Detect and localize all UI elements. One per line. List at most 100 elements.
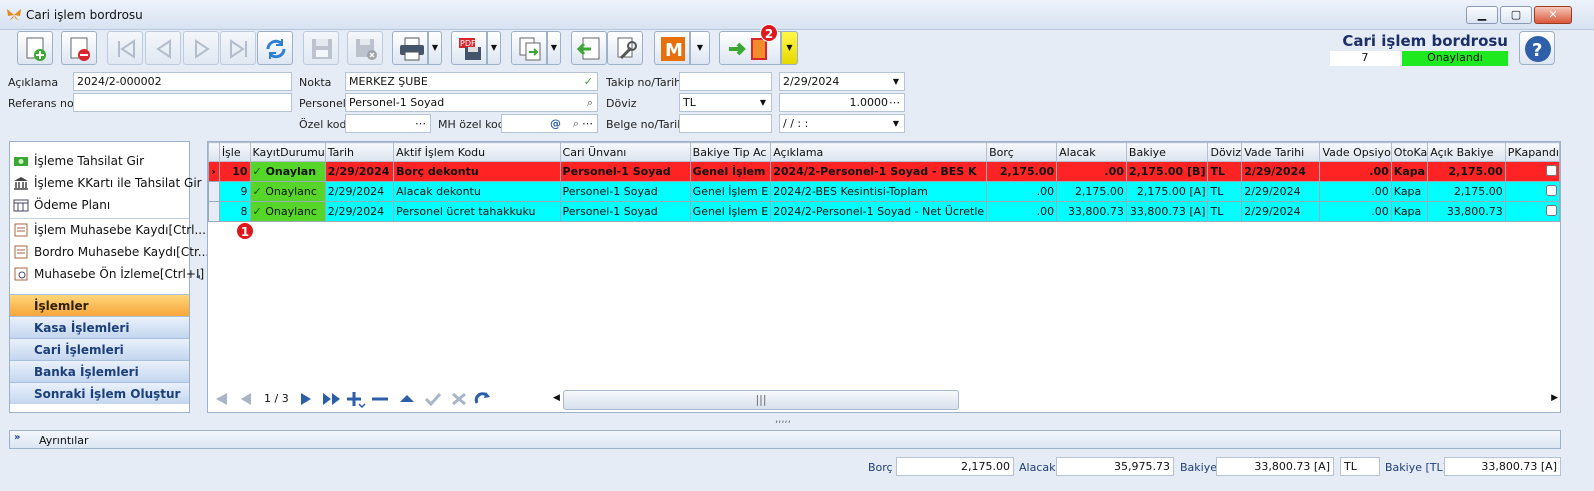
- ozel-kod-field[interactable]: ⋯: [345, 114, 431, 133]
- chevron-down-icon[interactable]: ▼: [893, 73, 899, 90]
- cell-alacak[interactable]: 2,175.00: [1056, 181, 1127, 202]
- cell-vade[interactable]: 2/29/2024: [1241, 201, 1321, 222]
- cell-acik[interactable]: 2,175.00: [1427, 161, 1506, 182]
- cell-cari[interactable]: Personel-1 Soyad: [559, 181, 691, 202]
- cell-opsiyon[interactable]: .00: [1319, 201, 1392, 222]
- cell-pkapandi-checkbox[interactable]: [1504, 201, 1560, 222]
- cancel-icon[interactable]: [450, 391, 468, 407]
- cell-isle[interactable]: 8: [218, 201, 251, 222]
- sidebar-splitter[interactable]: ◂: [193, 141, 203, 413]
- column-header[interactable]: Vade Opsiyo: [1319, 142, 1392, 162]
- move-up-icon[interactable]: [399, 391, 415, 407]
- pdf-export-button[interactable]: PDF: [451, 31, 487, 65]
- settings-button[interactable]: [607, 31, 643, 65]
- cell-oto[interactable]: Kapa: [1390, 161, 1429, 182]
- sidebar-item-bordro-muhasebe[interactable]: Bordro Muhasebe Kaydı[Ctr...: [10, 241, 209, 263]
- column-header[interactable]: Borç: [986, 142, 1058, 162]
- scrollbar-thumb[interactable]: |||: [563, 390, 959, 410]
- cell-aciklama[interactable]: 2024/2-Personel-1 Soyad - Net Ücretle: [770, 201, 988, 222]
- sidebar-item-tahsilat[interactable]: İşleme Tahsilat Gir: [10, 150, 189, 172]
- last-record-button[interactable]: [220, 31, 256, 65]
- pkapandi-checkbox[interactable]: [1546, 204, 1557, 216]
- belge-no-field[interactable]: [679, 114, 772, 133]
- cell-doviz[interactable]: TL: [1207, 181, 1243, 202]
- import-button[interactable]: [571, 31, 607, 65]
- column-header[interactable]: Açıklama: [770, 142, 988, 162]
- maximize-button[interactable]: ▢: [1500, 6, 1532, 24]
- cell-kod[interactable]: Borç dekontu: [393, 161, 561, 182]
- previous-record-button[interactable]: [145, 31, 181, 65]
- m-button[interactable]: M: [654, 31, 690, 65]
- cell-opsiyon[interactable]: .00: [1319, 181, 1392, 202]
- horizontal-scrollbar[interactable]: ◀ ||| ▶: [553, 390, 1558, 410]
- last-page-icon[interactable]: [322, 391, 342, 407]
- add-record-icon[interactable]: [346, 390, 366, 408]
- cell-borc[interactable]: .00: [986, 201, 1058, 222]
- table-row[interactable]: 9 ✓ Onaylanc 2/29/2024 Alacak dekontu Pe…: [208, 181, 1560, 202]
- expand-icon[interactable]: »: [14, 432, 20, 443]
- referans-field[interactable]: [73, 93, 292, 112]
- cell-kod[interactable]: Personel ücret tahakkuku: [393, 201, 561, 222]
- cell-alacak[interactable]: .00: [1056, 161, 1127, 182]
- sidebar-group-sonraki[interactable]: Sonraki İşlem Oluştur: [10, 382, 189, 404]
- cell-pkapandi-checkbox[interactable]: [1504, 161, 1560, 182]
- aciklama-field[interactable]: 2024/2-000002: [73, 72, 292, 91]
- nokta-field[interactable]: MERKEZ ŞUBE ✓: [345, 72, 598, 91]
- takip-no-field[interactable]: [679, 72, 772, 91]
- close-button[interactable]: ✕: [1534, 6, 1572, 24]
- scroll-right-icon[interactable]: ▶: [1551, 393, 1558, 403]
- column-header[interactable]: KayıtDurumu: [249, 142, 326, 162]
- personel-field[interactable]: Personel-1 Soyad ⌕: [345, 93, 598, 112]
- cell-tip[interactable]: Genel İşlem: [689, 161, 772, 182]
- cell-oto[interactable]: Kapa: [1390, 181, 1429, 202]
- pkapandi-checkbox[interactable]: [1546, 164, 1557, 176]
- cell-tip[interactable]: Genel İşlem E: [689, 201, 772, 222]
- copy-button[interactable]: [511, 31, 547, 65]
- column-header[interactable]: Tarih: [324, 142, 395, 162]
- cell-aciklama[interactable]: 2024/2-Personel-1 Soyad - BES K: [770, 161, 988, 182]
- doviz-field[interactable]: TL ▼: [679, 93, 772, 112]
- splitter-grip[interactable]: ,,,,,: [775, 414, 791, 425]
- sidebar-item-muhasebe-onizleme[interactable]: Muhasebe Ön İzleme[Ctrl+I]: [10, 263, 204, 285]
- sidebar-item-odeme-plani[interactable]: Ödeme Planı: [10, 194, 189, 216]
- cell-tarih[interactable]: 2/29/2024: [324, 181, 395, 202]
- cell-tarih[interactable]: 2/29/2024: [324, 201, 395, 222]
- cell-cari[interactable]: Personel-1 Soyad: [559, 201, 691, 222]
- cell-oto[interactable]: Kapa: [1390, 201, 1429, 222]
- copy-dropdown[interactable]: ▼: [547, 31, 561, 65]
- sidebar-group-cari[interactable]: Cari İşlemleri: [10, 338, 189, 360]
- new-record-button[interactable]: [17, 31, 53, 65]
- cell-pkapandi-checkbox[interactable]: [1504, 181, 1560, 202]
- print-button[interactable]: [392, 31, 428, 65]
- cell-isle[interactable]: 9: [218, 181, 251, 202]
- m-dropdown[interactable]: ▼: [690, 31, 710, 65]
- cell-bakiye[interactable]: 33,800.73 [A]: [1125, 201, 1209, 222]
- pkapandi-checkbox[interactable]: [1546, 184, 1557, 196]
- cell-kod[interactable]: Alacak dekontu: [393, 181, 561, 202]
- column-header[interactable]: Bakiye: [1125, 142, 1209, 162]
- exit-dropdown[interactable]: ▼: [781, 31, 798, 65]
- cell-vade[interactable]: 2/29/2024: [1241, 161, 1321, 182]
- column-header[interactable]: Döviz: [1207, 142, 1243, 162]
- column-header[interactable]: OtoKa: [1390, 142, 1429, 162]
- save-close-button[interactable]: [347, 31, 383, 65]
- details-bar[interactable]: » Ayrıntılar: [9, 430, 1561, 449]
- lookup-icon[interactable]: ⌕: [587, 94, 593, 111]
- chevron-down-icon[interactable]: ▼: [893, 115, 899, 132]
- at-icon[interactable]: @: [550, 115, 561, 132]
- cell-doviz[interactable]: TL: [1207, 201, 1243, 222]
- lookup-icon[interactable]: ⌕: [573, 115, 579, 132]
- doviz-rate-field[interactable]: 1.0000 ⋯: [779, 93, 905, 112]
- row-indicator[interactable]: [208, 201, 220, 222]
- cell-bakiye[interactable]: 2,175.00 [A]: [1125, 181, 1209, 202]
- sidebar-group-banka[interactable]: Banka İşlemleri: [10, 360, 189, 382]
- cell-cari[interactable]: Personel-1 Soyad: [559, 161, 691, 182]
- cell-bakiye[interactable]: 2,175.00 [B]: [1125, 161, 1209, 182]
- cell-alacak[interactable]: 33,800.73: [1056, 201, 1127, 222]
- cell-tip[interactable]: Genel İşlem E: [689, 181, 772, 202]
- table-row[interactable]: › 10 ✓ Onaylan 2/29/2024 Borç dekontu Pe…: [208, 161, 1560, 182]
- cell-durum[interactable]: ✓ Onaylanc: [249, 201, 326, 222]
- scroll-left-icon[interactable]: ◀: [553, 393, 560, 403]
- cell-acik[interactable]: 33,800.73: [1427, 201, 1506, 222]
- ellipsis-icon[interactable]: ⋯: [415, 115, 426, 132]
